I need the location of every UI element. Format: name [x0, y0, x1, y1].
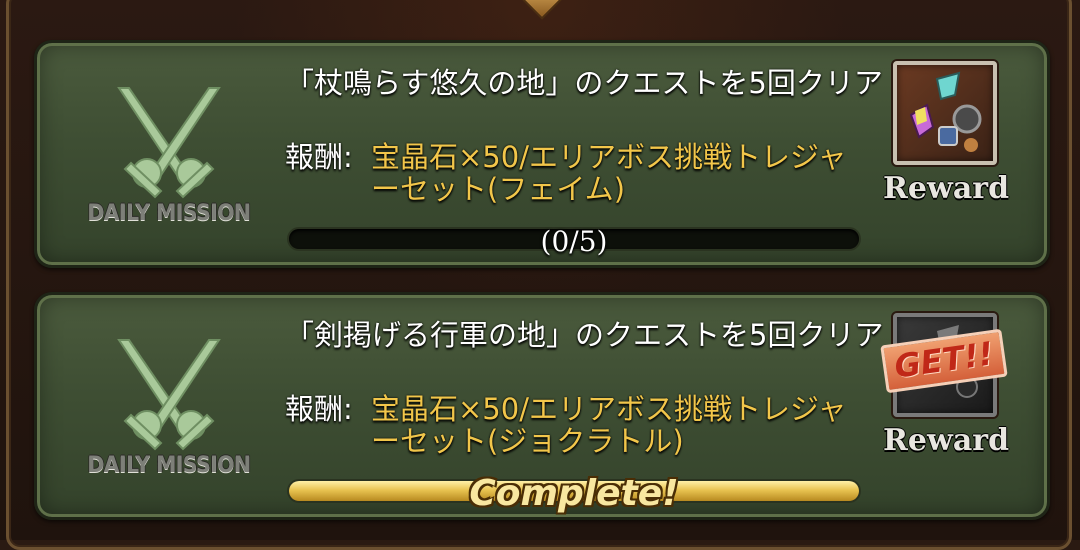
mission-card[interactable]: DAILY MISSION 「剣掲げる行軍の地」のクエストを5回クリア 報酬: …: [34, 292, 1050, 520]
progress-text: (0/5): [540, 225, 608, 258]
daily-mission-badge: DAILY MISSION: [69, 335, 269, 485]
reward-label: 報酬:: [285, 392, 353, 426]
mission-title: 「剣掲げる行軍の地」のクエストを5回クリア: [285, 318, 884, 352]
crossed-swords-icon: [117, 339, 221, 451]
mission-card[interactable]: DAILY MISSION 「杖鳴らす悠久の地」のクエストを5回クリア 報酬: …: [34, 40, 1050, 268]
reward-items: 宝晶石×50/エリアボス挑戦トレジャーセット(フェイム): [371, 140, 847, 206]
reward-label: 報酬:: [285, 140, 353, 174]
reward-button[interactable]: Reward: [883, 61, 1010, 251]
daily-mission-badge: DAILY MISSION: [69, 83, 269, 233]
crossed-swords-icon: [117, 87, 221, 199]
complete-label: Complete!: [469, 473, 679, 514]
reward-items: 宝晶石×50/エリアボス挑戦トレジャーセット(ジョクラトル): [371, 392, 847, 458]
mission-title: 「杖鳴らす悠久の地」のクエストを5回クリア: [285, 66, 883, 100]
badge-label: DAILY MISSION: [87, 201, 251, 226]
reward-caption: Reward: [883, 171, 1010, 206]
badge-label: DAILY MISSION: [87, 453, 251, 478]
reward-button[interactable]: GET!! Reward: [880, 313, 1010, 503]
reward-caption: Reward: [883, 423, 1010, 458]
treasure-set-icon: [893, 61, 997, 165]
